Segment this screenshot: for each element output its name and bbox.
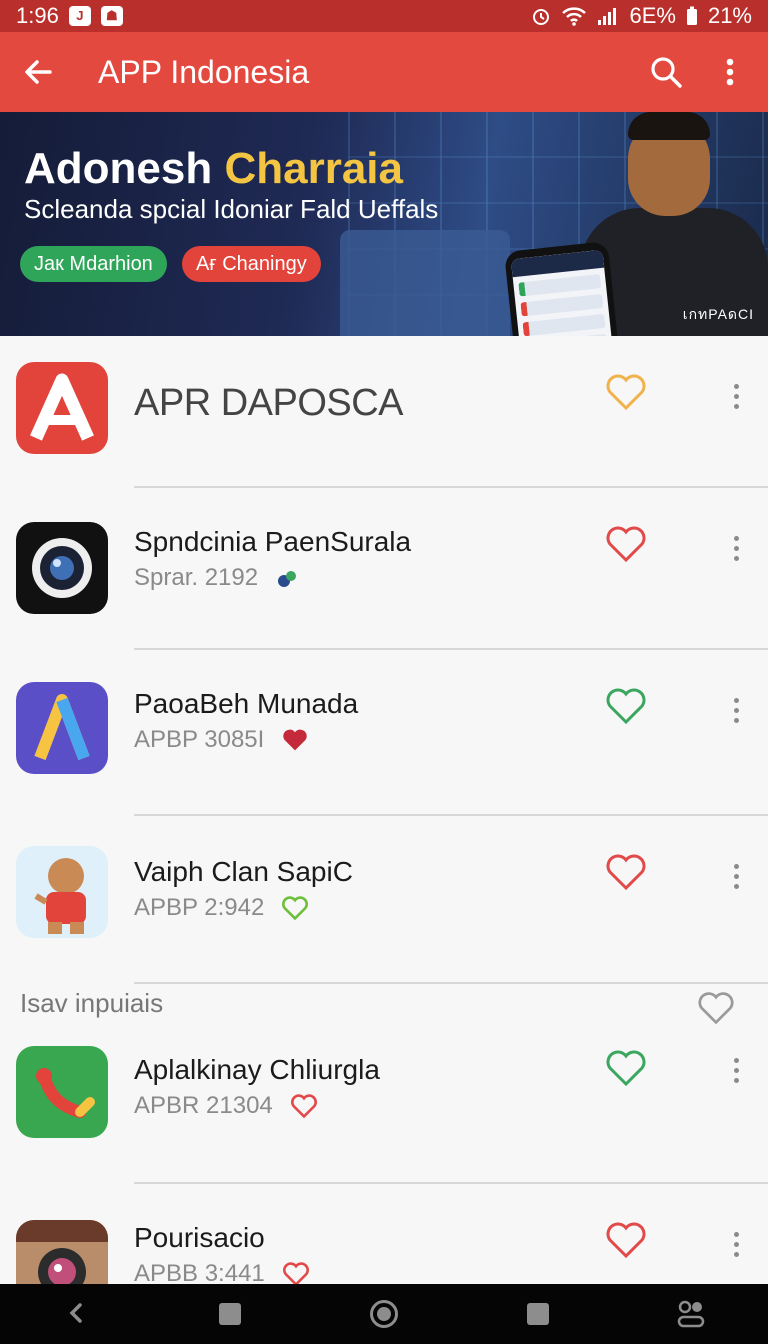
app-list: APR DAPOSCA Spndcinia PaenSurala Sprar. … — [0, 336, 768, 1284]
small-heart-icon — [282, 896, 309, 921]
divider — [134, 982, 768, 984]
app-name: Pourisacio — [134, 1222, 265, 1253]
signal-icon — [598, 8, 617, 25]
favorite-heart-icon[interactable] — [604, 1048, 648, 1088]
small-rating-icon — [278, 571, 297, 587]
page-title: APP Indonesia — [98, 53, 310, 90]
app-meta: Sprar. 2192 — [134, 564, 300, 592]
triangle-a-icon — [16, 682, 108, 774]
app-a-logo-icon — [16, 362, 108, 454]
banner-watermark: เกทPAดCI — [682, 306, 754, 322]
battery-icon — [686, 6, 697, 25]
app-meta: APBP 2:942 — [134, 894, 310, 922]
back-icon — [69, 1303, 82, 1323]
app-bar: APP Indonesia — [0, 32, 768, 112]
nav-home-button[interactable] — [364, 1294, 404, 1334]
accessibility-icon — [677, 1300, 705, 1328]
favorite-heart-icon[interactable] — [604, 372, 648, 412]
list-item[interactable]: Vaiph Clan SapiC APBP 2:942 — [0, 816, 768, 984]
notification-app-icon: J — [68, 6, 91, 26]
list-item[interactable]: PaoaBeh Munada APBP 3085I — [0, 650, 768, 816]
laptop-illustration — [340, 230, 510, 336]
list-item[interactable]: Pourisacio APBB 3:441 — [0, 1184, 768, 1284]
notification-mail-icon: ☗ — [100, 6, 123, 26]
small-heart-icon — [283, 729, 308, 751]
banner-chip-red[interactable]: Aғ Chaningy — [182, 246, 321, 282]
battery-percent: 21% — [707, 3, 752, 28]
app-meta: APBR 21304 — [134, 1092, 319, 1120]
app-meta-text: APBB 3:441 — [134, 1260, 265, 1284]
arrow-left-icon — [25, 60, 52, 84]
back-button[interactable] — [18, 52, 58, 92]
app-name: Vaiph Clan SapiC — [134, 856, 353, 887]
item-more-button[interactable] — [726, 690, 746, 730]
app-meta-text: APBR 21304 — [134, 1092, 273, 1119]
banner-title-accent: Charraia — [224, 144, 404, 193]
small-heart-icon — [290, 1094, 317, 1119]
green-phone-icon — [16, 1046, 108, 1138]
phone-illustration — [504, 241, 626, 336]
cartoon-character-icon — [16, 846, 108, 938]
camera-lens-icon — [16, 522, 108, 614]
alarm-icon — [533, 9, 550, 25]
item-more-button[interactable] — [726, 528, 746, 568]
app-meta-text: Sprar. 2192 — [134, 564, 259, 591]
more-vertical-icon — [726, 58, 734, 86]
section-heart-icon[interactable] — [696, 990, 736, 1026]
app-screen: 1:96 J ☗ 6E% 21% APP Indonesia เกทPAดCI … — [0, 0, 768, 1344]
favorite-heart-icon[interactable] — [604, 524, 648, 564]
banner-subtitle: Scleanda spcial Idoniar Fald Ueffals — [24, 194, 439, 224]
nav-accessibility-button[interactable] — [671, 1294, 711, 1334]
status-time: 1:96 — [16, 3, 59, 28]
app-name: APR DAPOSCA — [134, 382, 404, 424]
app-meta-text: APBP 2:942 — [134, 894, 265, 921]
banner-title-main: Adonesh — [24, 144, 213, 193]
system-nav-bar — [0, 1284, 768, 1344]
nav-back-button[interactable] — [57, 1294, 97, 1334]
recents-icon — [526, 1303, 549, 1325]
app-name: PaoaBeh Munada — [134, 688, 359, 719]
favorite-heart-icon[interactable] — [604, 852, 648, 892]
section-label: Isav inpuiais — [20, 988, 164, 1018]
item-more-button[interactable] — [726, 1050, 746, 1090]
item-more-button[interactable] — [726, 1224, 746, 1264]
status-bar: 1:96 J ☗ 6E% 21% — [0, 0, 768, 32]
promo-banner[interactable]: เกทPAดCI Adonesh Charraia Scleanda spcia… — [0, 112, 768, 336]
app-meta: APBB 3:441 — [134, 1260, 311, 1284]
app-name: Spndcinia PaenSurala — [134, 526, 412, 557]
instagram-camera-icon — [16, 1220, 108, 1284]
wifi-icon — [562, 7, 587, 26]
banner-title: Adonesh Charraia — [24, 144, 403, 194]
nav-recents-button[interactable] — [518, 1294, 558, 1334]
search-button[interactable] — [646, 52, 686, 92]
list-item[interactable]: APR DAPOSCA — [0, 336, 768, 488]
list-item[interactable]: Spndcinia PaenSurala Sprar. 2192 — [0, 488, 768, 650]
small-heart-icon — [282, 1262, 309, 1284]
app-meta-text: APBP 3085I — [134, 726, 265, 753]
favorite-heart-icon[interactable] — [604, 686, 648, 726]
search-icon — [651, 57, 682, 88]
item-more-button[interactable] — [726, 376, 746, 416]
nav-square-button[interactable] — [210, 1294, 250, 1334]
battery-saver-text: 6E% — [629, 3, 676, 28]
item-more-button[interactable] — [726, 856, 746, 896]
app-meta: APBP 3085I — [134, 726, 310, 754]
overflow-menu-button[interactable] — [710, 52, 750, 92]
favorite-heart-icon[interactable] — [604, 1220, 648, 1260]
list-item[interactable]: Aplalkinay Chliurgla APBR 21304 — [0, 1026, 768, 1184]
square-icon — [219, 1303, 242, 1325]
banner-chip-green[interactable]: Jaк Mdarhion — [20, 246, 167, 282]
home-icon — [369, 1300, 398, 1328]
app-name: Aplalkinay Chliurgla — [134, 1054, 380, 1085]
